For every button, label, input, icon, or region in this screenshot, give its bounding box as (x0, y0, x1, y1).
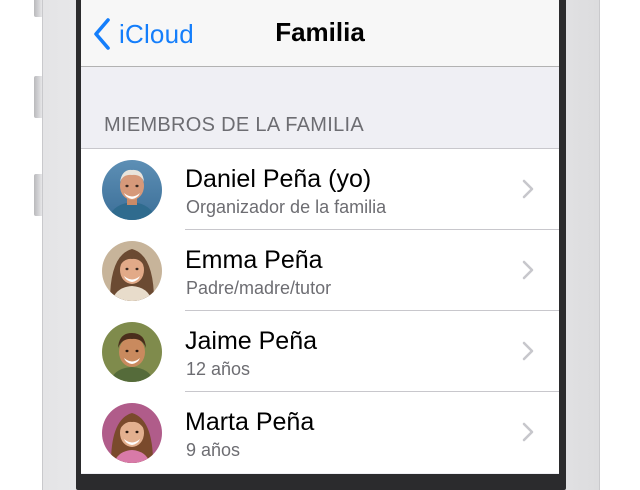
chevron-right-icon (522, 179, 534, 199)
ring-silent-switch (34, 0, 42, 17)
avatar (102, 403, 162, 463)
chevron-right-icon (522, 260, 534, 280)
girl-photo-icon (102, 403, 162, 463)
member-role: Organizador de la familia (186, 197, 387, 217)
chevron-right-icon (522, 341, 534, 361)
list-item-member-marta[interactable]: Marta Peña 9 años (81, 392, 559, 473)
member-name: Jaime Peña (185, 327, 318, 355)
list-item-member-daniel[interactable]: Daniel Peña (yo) Organizador de la famil… (81, 149, 559, 230)
avatar (102, 160, 162, 220)
phone-screen: iCloud Familia MIEMBROS DE LA FAMILIA Da… (81, 0, 559, 474)
avatar (102, 241, 162, 301)
list-item-member-emma[interactable]: Emma Peña Padre/madre/tutor (81, 230, 559, 311)
section-header: MIEMBROS DE LA FAMILIA (104, 114, 364, 136)
chevron-right-icon (522, 422, 534, 442)
man-photo-icon (102, 160, 162, 220)
member-role: 12 años (186, 359, 251, 379)
member-name: Marta Peña (185, 408, 315, 436)
avatar (102, 322, 162, 382)
member-role: 9 años (186, 440, 241, 460)
member-name: Emma Peña (185, 246, 323, 274)
member-name: Daniel Peña (yo) (185, 165, 372, 193)
member-role: Padre/madre/tutor (186, 278, 332, 298)
navigation-bar: iCloud Familia (81, 0, 559, 67)
page-title: Familia (275, 17, 365, 47)
boy-photo-icon (102, 322, 162, 382)
family-member-list: Daniel Peña (yo) Organizador de la famil… (81, 148, 559, 473)
volume-up-button (34, 76, 42, 118)
woman-photo-icon (102, 241, 162, 301)
list-item-member-jaime[interactable]: Jaime Peña 12 años (81, 311, 559, 392)
volume-down-button (34, 174, 42, 216)
